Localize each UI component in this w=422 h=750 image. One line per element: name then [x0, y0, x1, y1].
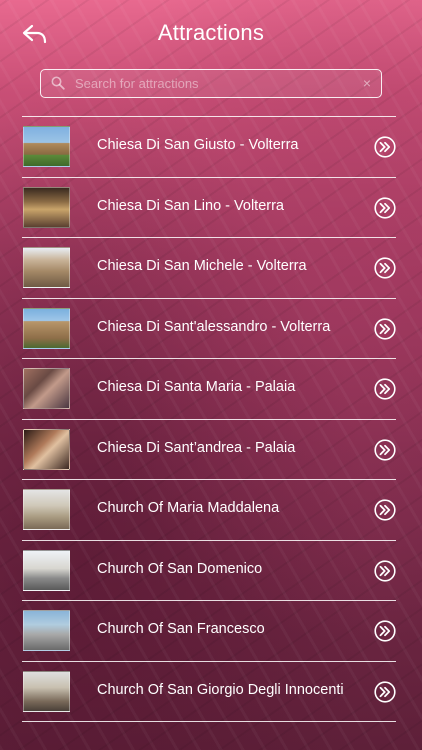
attraction-row[interactable]: Church Of Maria Maddalena — [22, 480, 396, 541]
attraction-row[interactable]: Church Of San Francesco — [22, 601, 396, 662]
attraction-row[interactable]: Chiesa Di Sant'alessandro - Volterra — [22, 299, 396, 359]
attraction-name: Chiesa Di San Lino - Volterra — [97, 197, 284, 214]
search-bar[interactable]: × — [40, 69, 382, 98]
attraction-name: Church Of San Domenico — [97, 560, 263, 577]
double-chevron-right-icon[interactable] — [374, 499, 396, 521]
attraction-name: Church Of San Giorgio Degli Innocenti — [97, 681, 344, 698]
attraction-name: Chiesa Di San Giusto - Volterra — [97, 137, 299, 153]
double-chevron-right-icon[interactable] — [374, 559, 396, 582]
attraction-name: Chiesa Di Sant’andrea - Palaia — [97, 439, 296, 456]
attraction-thumbnail — [23, 549, 70, 591]
double-chevron-right-icon[interactable] — [374, 136, 396, 158]
attraction-row[interactable]: Church Of San Domenico — [22, 541, 396, 601]
attraction-name: Chiesa Di Sant'alessandro - Volterra — [97, 318, 331, 335]
attraction-row[interactable]: Chiesa Di San Giusto - Volterra — [22, 117, 396, 178]
search-input[interactable] — [75, 73, 345, 94]
attraction-thumbnail — [23, 186, 70, 228]
clear-search-icon[interactable]: × — [363, 75, 371, 91]
attraction-thumbnail — [23, 489, 70, 530]
double-chevron-right-icon[interactable] — [374, 317, 396, 340]
attraction-list: Chiesa Di San Giusto - Volterra Chiesa D… — [22, 116, 396, 722]
attraction-row[interactable]: Chiesa Di San Michele - Volterra — [22, 238, 396, 299]
double-chevron-right-icon[interactable] — [374, 257, 396, 279]
attraction-thumbnail — [23, 610, 70, 651]
double-chevron-right-icon[interactable] — [374, 438, 396, 461]
attraction-row[interactable]: Chiesa Di San Lino - Volterra — [22, 178, 396, 238]
attraction-name: Church Of San Francesco — [97, 621, 265, 637]
attraction-row[interactable]: Church Of San Giorgio Degli Innocenti — [22, 662, 396, 722]
attraction-row[interactable]: Chiesa Di Sant’andrea - Palaia — [22, 420, 396, 480]
search-icon — [51, 76, 65, 90]
attraction-name: Chiesa Di Santa Maria - Palaia — [97, 379, 296, 395]
attraction-thumbnail — [23, 670, 70, 712]
double-chevron-right-icon[interactable] — [374, 620, 396, 642]
attraction-name: Church Of Maria Maddalena — [97, 500, 280, 516]
double-chevron-right-icon[interactable] — [374, 680, 396, 703]
attraction-thumbnail — [23, 307, 70, 349]
double-chevron-right-icon[interactable] — [374, 196, 396, 219]
nav-header: Attractions — [0, 0, 422, 66]
attraction-thumbnail — [23, 247, 70, 288]
app-screen: Attractions × Chiesa Di San Giusto - Vol… — [0, 0, 422, 750]
attraction-thumbnail — [23, 126, 70, 167]
double-chevron-right-icon[interactable] — [374, 378, 396, 400]
attraction-name: Chiesa Di San Michele - Volterra — [97, 258, 307, 274]
attraction-thumbnail — [23, 428, 70, 470]
attraction-row[interactable]: Chiesa Di Santa Maria - Palaia — [22, 359, 396, 420]
page-title: Attractions — [157, 20, 265, 45]
attraction-thumbnail — [23, 368, 70, 409]
